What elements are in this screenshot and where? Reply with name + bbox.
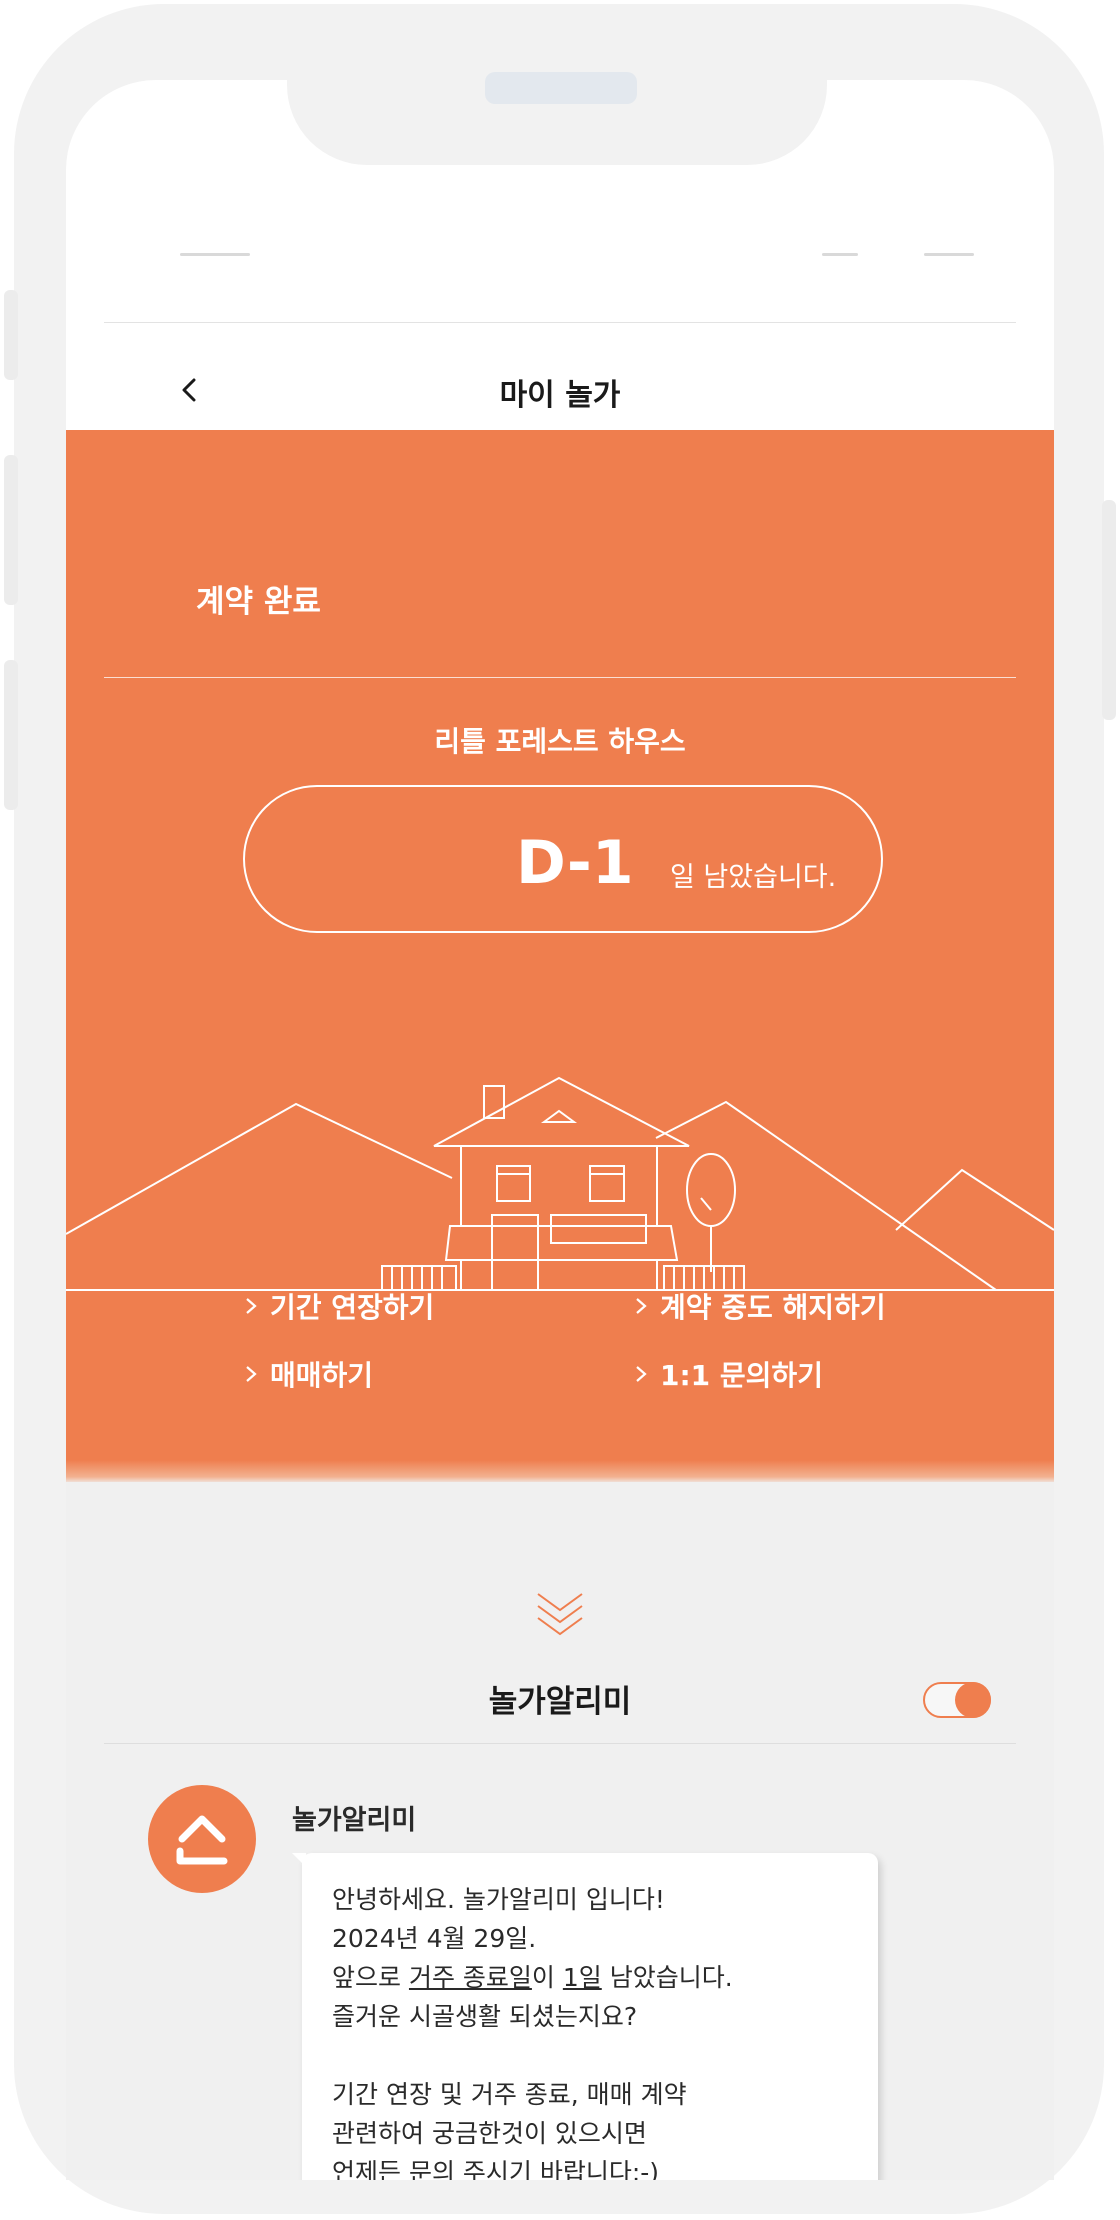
inquiry-link[interactable]: 1:1 문의하기 [632,1354,823,1394]
purchase-link[interactable]: 매매하기 [242,1354,373,1394]
chevron-right-icon [246,1298,257,1314]
contract-status-label: 계약 완료 [196,584,321,620]
avatar [148,1785,256,1893]
house-logo-icon [176,1815,228,1865]
message-line: 기간 연장 및 거주 종료, 매매 계약 [332,2080,687,2109]
message-text: 앞으로 [332,1963,409,1992]
side-button-volume-up [4,455,18,605]
message-line: 관련하여 궁금한것이 있으시면 [332,2119,647,2148]
early-termination-label: 계약 중도 해지하기 [660,1291,886,1324]
alarm-divider [104,1743,1016,1744]
extend-period-link[interactable]: 기간 연장하기 [242,1286,434,1326]
header-divider [104,322,1016,323]
bubble-tail [292,1853,306,1867]
message-line: 2024년 4월 29일. [332,1924,537,1953]
chevron-right-icon [636,1366,647,1382]
chevron-right-icon [636,1298,647,1314]
status-bar-signal [822,253,858,256]
message-line: 앞으로 거주 종료일이 1일 남았습니다. [332,1958,733,1994]
early-termination-link[interactable]: 계약 중도 해지하기 [632,1286,886,1326]
side-button-power [1102,500,1116,720]
message-text: 이 [531,1963,563,1992]
alarm-toggle[interactable] [923,1682,991,1718]
extend-period-label: 기간 연장하기 [270,1291,435,1324]
house-name: 리틀 포레스트 하우스 [434,725,686,758]
side-button-volume-down [4,660,18,810]
page-title: 마이 놀가 [499,378,621,413]
purchase-label: 매매하기 [270,1359,374,1392]
alarm-title: 놀가알리미 [488,1684,632,1720]
chevron-right-icon [246,1366,257,1382]
inquiry-label: 1:1 문의하기 [660,1359,823,1392]
house-landscape-illustration [66,1076,1054,1291]
dday-value: D-1 [516,828,634,898]
dday-suffix: 일 남았습니다. [670,862,837,893]
phone-speaker [485,72,637,104]
days-left-text: 1일 [562,1963,602,1992]
toggle-knob [955,1682,991,1718]
message-line: 즐거운 시골생활 되셨는지요? [332,2002,638,2031]
panel-divider [104,677,1016,678]
screen: 마이 놀가 계약 완료 리틀 포레스트 하우스 D-1 일 남았습니다. 기간 … [66,80,1054,2180]
message-line: 안녕하세요. 놀가알리미 입니다! [332,1885,665,1914]
residence-end-date-text: 거주 종료일 [408,1963,532,1992]
double-chevron-down-icon[interactable] [534,1590,586,1640]
side-button-mute [4,290,18,380]
sender-name: 놀가알리미 [292,1805,417,1836]
panel-fade [66,1460,1054,1484]
status-bar-time [180,253,250,256]
message-line: 언제든 문의 주시기 바랍니다:-) [332,2158,660,2180]
status-bar-battery [924,253,974,256]
message-text: 남았습니다. [601,1963,733,1992]
